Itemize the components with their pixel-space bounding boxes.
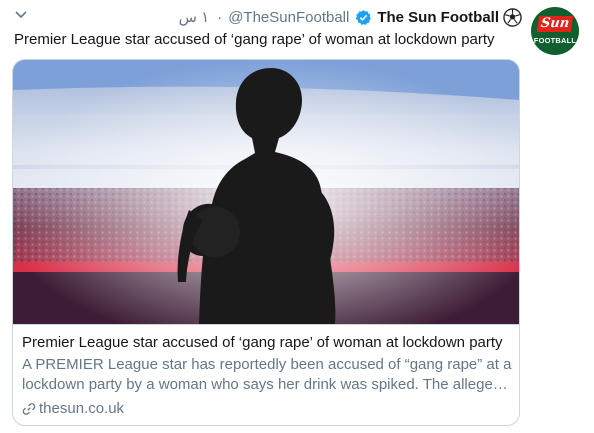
card-domain-text[interactable]: thesun.co.uk (39, 399, 124, 419)
tweet-header: ١ س · @TheSunFootball The Sun Football (179, 6, 522, 28)
tweet-text: Premier League star accused of ‘gang rap… (14, 31, 495, 48)
football-emoji-icon (503, 7, 522, 27)
separator-dot: · (217, 8, 223, 26)
card-domain[interactable]: thesun.co.uk (22, 399, 124, 419)
user-handle[interactable]: @TheSunFootball (228, 9, 349, 26)
chevron-down-icon[interactable] (14, 8, 34, 24)
verified-badge-icon (355, 9, 372, 26)
avatar[interactable]: Sun FOOTBALL (531, 7, 579, 55)
card-description-line-1: A PREMIER League star has reportedly bee… (22, 356, 512, 373)
link-card[interactable]: Premier League star accused of ‘gang rap… (12, 59, 520, 426)
tweet-timestamp[interactable]: ١ س (179, 8, 210, 26)
card-description-line-2: lockdown party by a woman who says her d… (22, 376, 508, 393)
sun-logo-text: Sun (536, 16, 574, 32)
card-description: A PREMIER League star has reportedly bee… (22, 355, 512, 395)
card-body[interactable]: Premier League star accused of ‘gang rap… (13, 324, 519, 425)
avatar-caption: FOOTBALL (533, 36, 577, 45)
display-name[interactable]: The Sun Football (377, 9, 499, 26)
card-image[interactable] (13, 60, 519, 324)
link-icon (22, 402, 36, 416)
card-title[interactable]: Premier League star accused of ‘gang rap… (22, 333, 503, 353)
